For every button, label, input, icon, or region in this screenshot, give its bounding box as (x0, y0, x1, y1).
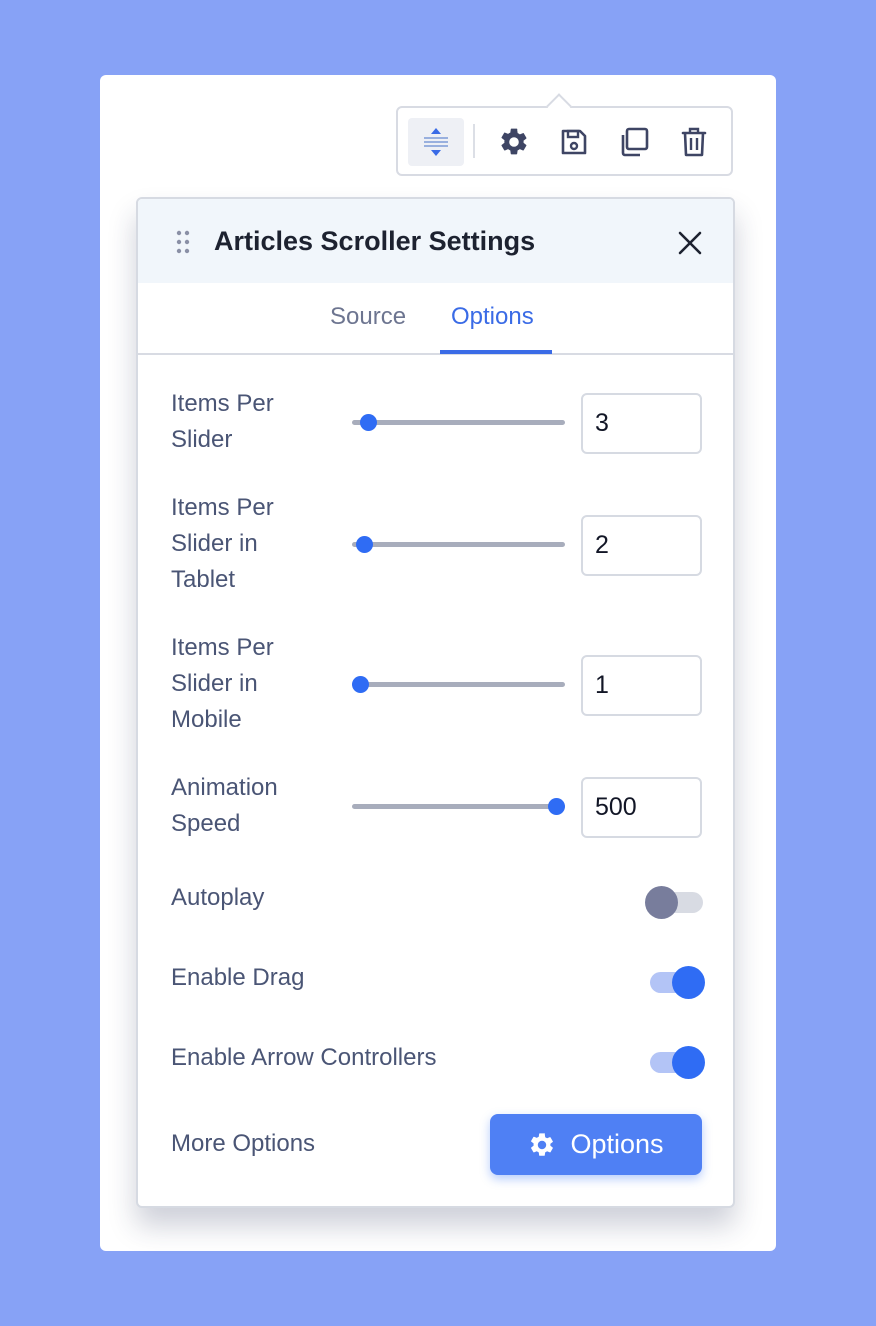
move-button[interactable] (408, 118, 464, 166)
close-icon[interactable] (676, 229, 704, 257)
gear-icon (531, 1132, 554, 1156)
items-per-slider-label: Items Per Slider (171, 390, 274, 453)
options-button-label: Options (570, 1129, 664, 1159)
animation-speed-label: Animation Speed (171, 774, 278, 837)
enable-arrow-controllers-toggle[interactable] (650, 1042, 706, 1082)
autoplay-toggle[interactable] (645, 882, 703, 922)
slider-thumb[interactable] (360, 414, 377, 431)
slider-thumb[interactable] (352, 676, 369, 693)
move-vertical-icon (424, 128, 448, 156)
more-options-label: More Options (171, 1130, 316, 1157)
toolbar-separator (473, 124, 475, 158)
items-per-slider-tablet-input[interactable]: 2 (581, 515, 702, 576)
duplicate-button[interactable] (606, 118, 662, 166)
block-toolbar (396, 93, 733, 176)
tab-active-indicator (440, 350, 552, 354)
options-button[interactable]: Options (490, 1114, 702, 1175)
trash-icon (681, 127, 707, 157)
gear-icon (501, 128, 527, 155)
tab-options[interactable]: Options (451, 303, 534, 331)
delete-button[interactable] (666, 118, 722, 166)
items-per-slider-mobile-input[interactable]: 1 (581, 655, 702, 716)
panel-tabs: Source Options (138, 283, 733, 355)
autoplay-label: Autoplay (171, 884, 265, 911)
save-icon (561, 129, 587, 155)
enable-drag-toggle[interactable] (650, 962, 706, 1002)
toolbar-caret (546, 93, 572, 119)
panel-title: Articles Scroller Settings (214, 226, 536, 256)
animation-speed-slider[interactable] (352, 798, 565, 815)
block-card: Articles Scroller Settings Source Option… (100, 75, 776, 1251)
items-per-slider-slider[interactable] (352, 414, 565, 431)
slider-thumb[interactable] (356, 536, 373, 553)
items-per-slider-mobile-label: Items Per Slider in Mobile (171, 634, 274, 733)
save-button[interactable] (546, 118, 602, 166)
enable-drag-label: Enable Drag (171, 964, 305, 991)
slider-thumb[interactable] (548, 798, 565, 815)
settings-button[interactable] (486, 118, 542, 166)
drag-handle-icon[interactable] (176, 230, 190, 254)
items-per-slider-tablet-slider[interactable] (352, 536, 565, 553)
panel-header: Articles Scroller Settings (138, 199, 733, 283)
items-per-slider-tablet-label: Items Per Slider in Tablet (171, 494, 274, 593)
settings-panel: Articles Scroller Settings Source Option… (136, 197, 735, 1208)
animation-speed-input[interactable]: 500 (581, 777, 702, 838)
duplicate-icon (621, 127, 649, 157)
items-per-slider-input[interactable]: 3 (581, 393, 702, 454)
enable-arrow-controllers-label: Enable Arrow Controllers (171, 1044, 437, 1071)
tab-source[interactable]: Source (330, 303, 406, 331)
items-per-slider-mobile-slider[interactable] (352, 676, 565, 693)
